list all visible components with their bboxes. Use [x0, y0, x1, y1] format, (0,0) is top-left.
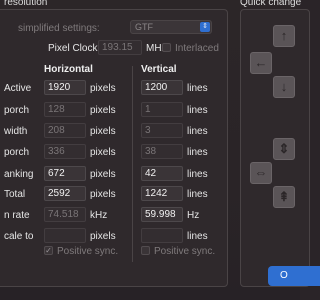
h-unit: pixels	[90, 105, 116, 116]
expand-horizontal-icon: ⇔	[254, 165, 268, 180]
v-total-field[interactable]: 1242	[141, 186, 183, 201]
row-label-sync-width: width	[4, 126, 28, 137]
interlaced-label: Interlaced	[175, 43, 219, 54]
arrow-up-icon: ↑	[280, 28, 288, 43]
row-label-front-porch: porch	[4, 105, 30, 116]
v-back-porch-field[interactable]: 38	[141, 144, 183, 159]
h-positive-sync-checkbox[interactable]: ✓	[44, 246, 53, 255]
v-front-porch-field[interactable]: 1	[141, 102, 183, 117]
expand-horizontal-button[interactable]: ⇔	[250, 162, 272, 184]
v-unit: lines	[187, 169, 208, 180]
pixel-clock-label: Pixel Clock:	[48, 43, 101, 54]
h-front-porch-field[interactable]: 128	[44, 102, 86, 117]
v-unit: lines	[187, 147, 208, 158]
v-positive-sync-checkbox[interactable]	[141, 246, 150, 255]
h-rate-field[interactable]: 74.518	[44, 207, 86, 222]
interlaced-checkbox[interactable]	[162, 43, 171, 52]
h-back-porch-field[interactable]: 336	[44, 144, 86, 159]
arrow-left-icon: ←	[254, 55, 268, 70]
horizontal-header: Horizontal	[44, 64, 93, 75]
h-scale-field[interactable]	[44, 228, 86, 243]
resolution-title: resolution	[4, 0, 48, 8]
simplified-settings-select[interactable]: GTF ⇕	[130, 20, 212, 34]
move-left-button[interactable]: ←	[250, 52, 272, 74]
row-label-total: Total	[4, 189, 26, 200]
v-positive-sync-label: Positive sync.	[154, 246, 216, 257]
h-total-field[interactable]: 2592	[44, 186, 86, 201]
v-unit: lines	[187, 231, 208, 242]
h-rate-unit: kHz	[90, 210, 108, 221]
simplified-settings-label: simplified settings:	[18, 23, 100, 34]
expand-vertical-button[interactable]: ⇕	[273, 138, 295, 160]
column-divider	[132, 66, 133, 262]
ok-button[interactable]: O	[268, 266, 320, 286]
row-label-refresh-rate: n rate	[4, 210, 30, 221]
v-rate-field[interactable]: 59.998	[141, 207, 183, 222]
h-blanking-field[interactable]: 672	[44, 166, 86, 181]
v-unit: lines	[187, 105, 208, 116]
move-up-button[interactable]: ↑	[273, 25, 295, 47]
v-sync-width-field[interactable]: 3	[141, 123, 183, 138]
row-label-active: Active	[4, 83, 32, 94]
h-active-field[interactable]: 1920	[44, 80, 86, 95]
v-scale-field[interactable]	[141, 228, 183, 243]
h-unit: pixels	[90, 231, 116, 242]
h-positive-sync-label: Positive sync.	[57, 246, 119, 257]
chevron-updown-icon: ⇕	[200, 22, 210, 32]
vertical-header: Vertical	[141, 64, 177, 75]
v-unit: lines	[187, 83, 208, 94]
expand-vertical-icon: ⇕	[278, 141, 290, 156]
row-label-back-porch: porch	[4, 147, 30, 158]
arrow-down-icon: ↓	[280, 79, 288, 94]
collapse-vertical-icon: ⇞	[278, 189, 290, 204]
h-unit: pixels	[90, 189, 116, 200]
v-active-field[interactable]: 1200	[141, 80, 183, 95]
h-unit: pixels	[90, 169, 116, 180]
simplified-settings-value: GTF	[135, 22, 153, 32]
h-sync-width-field[interactable]: 208	[44, 123, 86, 138]
v-unit: lines	[187, 189, 208, 200]
v-rate-unit: Hz	[187, 210, 200, 221]
row-label-blanking: anking	[4, 169, 34, 180]
v-blanking-field[interactable]: 42	[141, 166, 183, 181]
move-down-button[interactable]: ↓	[273, 76, 295, 98]
h-unit: pixels	[90, 83, 116, 94]
row-label-scale-to: cale to	[4, 231, 34, 242]
h-unit: pixels	[90, 126, 116, 137]
pixel-clock-field[interactable]: 193.15	[98, 40, 142, 55]
h-unit: pixels	[90, 147, 116, 158]
collapse-vertical-button[interactable]: ⇞	[273, 186, 295, 208]
v-unit: lines	[187, 126, 208, 137]
quick-change-title: Quick change	[240, 0, 302, 8]
